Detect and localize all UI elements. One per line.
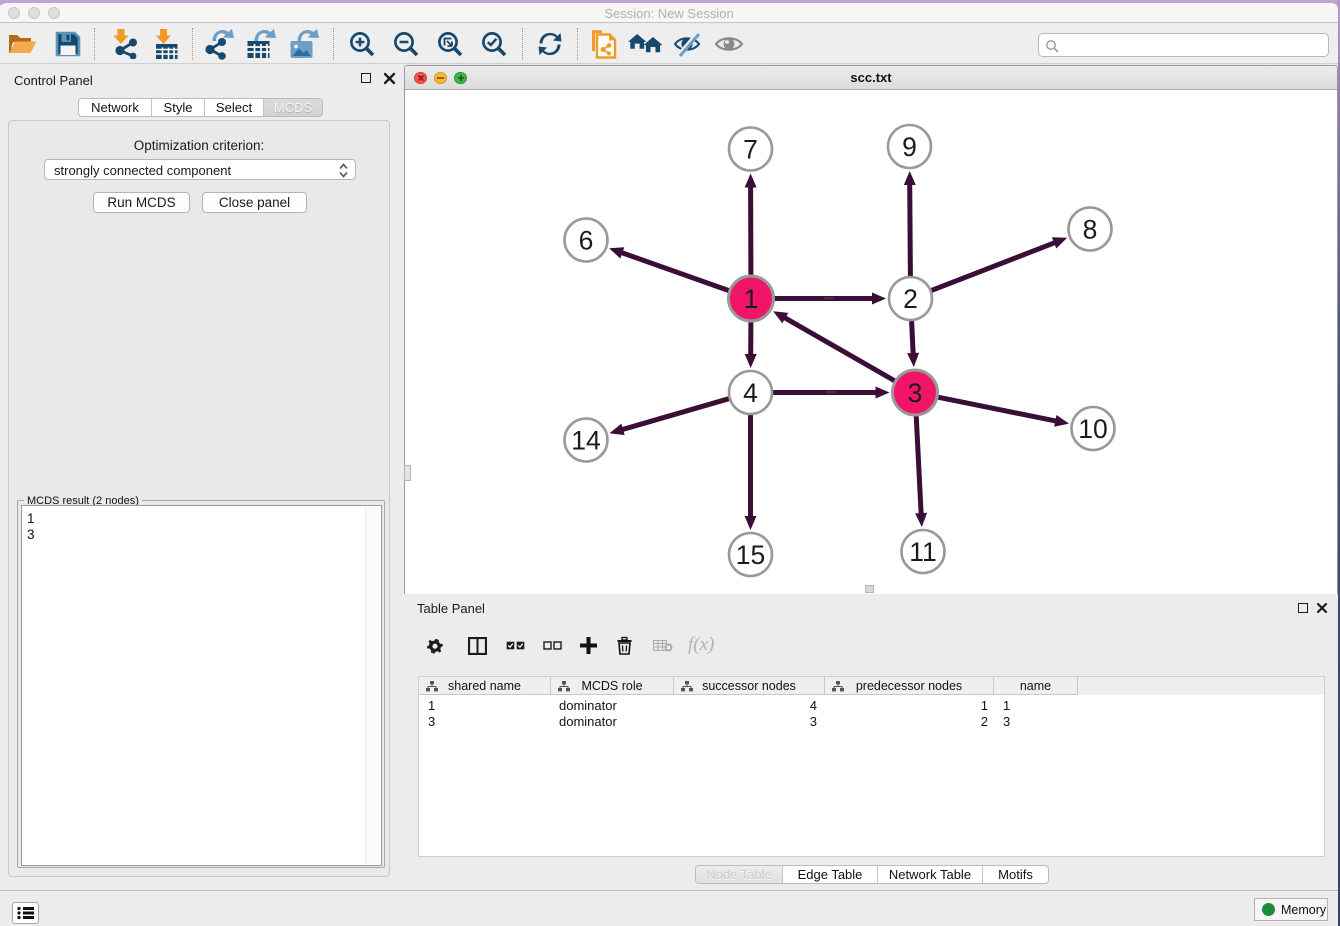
svg-text:11: 11 xyxy=(909,537,937,567)
svg-text:8: 8 xyxy=(1083,215,1098,245)
svg-text:14: 14 xyxy=(571,426,600,456)
svg-text:1: 1 xyxy=(744,284,759,314)
svg-text:6: 6 xyxy=(579,226,594,256)
svg-text:15: 15 xyxy=(736,540,765,570)
svg-text:3: 3 xyxy=(908,378,923,408)
svg-text:7: 7 xyxy=(743,135,758,165)
svg-text:2: 2 xyxy=(903,284,918,314)
svg-text:10: 10 xyxy=(1078,414,1107,444)
svg-text:4: 4 xyxy=(743,378,758,408)
svg-text:9: 9 xyxy=(902,132,917,162)
